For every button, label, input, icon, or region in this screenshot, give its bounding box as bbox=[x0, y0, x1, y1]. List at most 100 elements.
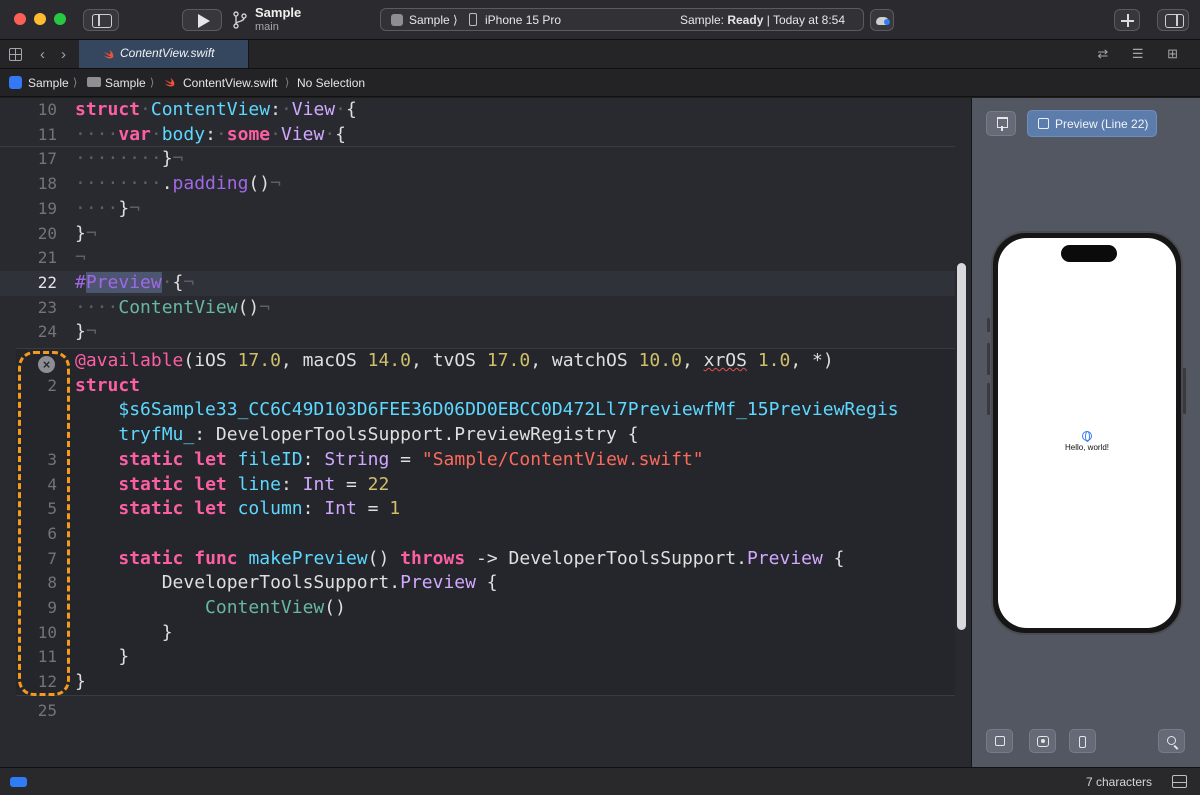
code-line[interactable]: 23 ····ContentView()¬ bbox=[0, 296, 955, 321]
pin-icon[interactable] bbox=[986, 111, 1016, 136]
volume-down-button bbox=[987, 383, 990, 415]
swift-icon bbox=[103, 49, 114, 59]
code-text: } bbox=[75, 646, 130, 668]
expanded-code-line[interactable]: 10 } bbox=[0, 621, 955, 646]
app-icon bbox=[391, 14, 403, 26]
globe-icon bbox=[1082, 431, 1092, 442]
code-text: }¬ bbox=[75, 222, 97, 244]
expanded-code-line[interactable]: 5 static let column: Int = 1 bbox=[0, 497, 955, 522]
breadcrumb-file[interactable]: ContentView.swift bbox=[183, 76, 278, 90]
live-mode-icon[interactable] bbox=[986, 729, 1013, 753]
code-text: ContentView() bbox=[205, 597, 346, 618]
preview-selector-button[interactable]: Preview (Line 22) bbox=[1027, 110, 1157, 137]
inspector-toggle-icon[interactable] bbox=[1157, 9, 1189, 31]
code-text: }¬ bbox=[75, 321, 97, 343]
editor-scrollbar[interactable] bbox=[957, 263, 966, 630]
breadcrumb-symbol[interactable]: No Selection bbox=[297, 76, 365, 90]
expanded-code-line[interactable]: 7 static func makePreview() throws -> De… bbox=[0, 547, 955, 572]
preview-icon bbox=[1038, 118, 1049, 129]
code-text: ¬ bbox=[75, 247, 86, 269]
code-line[interactable]: 11 ····var·body:·some·View·{ bbox=[0, 123, 955, 148]
expanded-code-line[interactable]: 12 } bbox=[0, 670, 955, 695]
related-items-grid-icon[interactable] bbox=[9, 48, 22, 61]
editor-options-icons[interactable]: ⇄ ☰ ⊞ bbox=[1097, 46, 1188, 62]
zoom-window-button[interactable] bbox=[54, 13, 66, 25]
expanded-code-line[interactable]: 11 } bbox=[0, 645, 955, 670]
line-number: 10 bbox=[37, 100, 57, 119]
code-line[interactable]: 20 }¬ bbox=[0, 222, 955, 247]
run-destination-device[interactable]: iPhone 15 Pro bbox=[485, 13, 561, 27]
folder-icon bbox=[87, 77, 101, 87]
navigator-toggle-icon[interactable] bbox=[83, 9, 119, 31]
code-text: $s6Sample33_CC6C49D103D6FEE36D06DD0EBCC0… bbox=[118, 399, 899, 421]
expanded-code-line[interactable]: tryfMu_: DeveloperToolsSupport.PreviewRe… bbox=[0, 423, 955, 448]
expanded-code-line[interactable]: 3 static let fileID: String = "Sample/Co… bbox=[0, 448, 955, 473]
minimap-toggle-icon[interactable] bbox=[1172, 775, 1187, 788]
code-line[interactable]: 10 struct·ContentView:·View·{ bbox=[0, 98, 955, 123]
tab-contentview-swift[interactable]: ContentView.swift bbox=[79, 40, 249, 68]
device-settings-icon[interactable] bbox=[1069, 729, 1096, 753]
code-line[interactable]: 17 ········}¬ bbox=[0, 147, 955, 172]
dynamic-island bbox=[1061, 245, 1117, 262]
code-text: struct bbox=[75, 374, 141, 396]
code-text: ····ContentView()¬ bbox=[75, 296, 271, 318]
breadcrumb-project[interactable]: Sample bbox=[28, 76, 69, 90]
library-plus-icon[interactable] bbox=[1114, 9, 1140, 31]
minimize-window-button[interactable] bbox=[34, 13, 46, 25]
expanded-code-line[interactable]: 9 ContentView() bbox=[0, 596, 955, 621]
activity-view[interactable]: Sample ⟩ iPhone 15 Pro Sample: Ready | T… bbox=[380, 8, 864, 31]
code-text: static let column: Int = 1 bbox=[118, 498, 401, 520]
zoom-icon[interactable] bbox=[1158, 729, 1185, 753]
preview-label: Preview (Line 22) bbox=[1055, 117, 1149, 131]
iphone-icon bbox=[469, 13, 477, 26]
expanded-code-line[interactable]: 2 struct bbox=[0, 374, 955, 399]
selection-length: 7 characters bbox=[1086, 775, 1153, 789]
code-line[interactable]: 25 bbox=[0, 699, 955, 724]
gutter-highlight-annotation bbox=[18, 351, 70, 696]
power-button bbox=[1183, 368, 1186, 414]
expanded-code-line[interactable]: 6 bbox=[0, 522, 955, 547]
swift-icon bbox=[164, 77, 175, 87]
code-line[interactable]: 18 ········.padding()¬ bbox=[0, 172, 955, 197]
code-text: @available(iOS 17.0, macOS 14.0, tvOS 17… bbox=[75, 350, 834, 371]
preview-screen[interactable]: Hello, world! bbox=[998, 238, 1176, 628]
source-editor[interactable]: 10 struct·ContentView:·View·{ 11 ····var… bbox=[0, 98, 971, 767]
run-button[interactable] bbox=[182, 9, 222, 31]
status-bar: 7 characters bbox=[0, 767, 1200, 795]
code-text: } bbox=[75, 671, 86, 693]
forward-arrow-icon[interactable]: › bbox=[61, 46, 66, 63]
code-line[interactable]: 24 }¬ bbox=[0, 320, 955, 345]
xcode-cloud-icon[interactable] bbox=[870, 9, 894, 31]
debug-area-toggle-icon[interactable] bbox=[10, 777, 27, 787]
expanded-code-line[interactable]: $s6Sample33_CC6C49D103D6FEE36D06DD0EBCC0… bbox=[0, 398, 955, 423]
variants-icon[interactable] bbox=[1029, 729, 1056, 753]
tab-label: ContentView.swift bbox=[120, 46, 215, 60]
iphone-frame: Hello, world! bbox=[991, 231, 1183, 635]
code-line[interactable]: 19 ····}¬ bbox=[0, 197, 955, 222]
branch-name[interactable]: main bbox=[255, 21, 279, 33]
code-text: } bbox=[75, 621, 173, 643]
expanded-code-line[interactable]: @available(iOS 17.0, macOS 14.0, tvOS 17… bbox=[0, 349, 955, 374]
code-line-current[interactable]: 22 #Preview·{¬ bbox=[0, 270, 955, 296]
code-line[interactable]: 21 ¬ bbox=[0, 246, 955, 271]
code-text: static let line: Int = 22 bbox=[118, 473, 390, 495]
breadcrumb-separator: ⟩ bbox=[285, 77, 290, 89]
preview-text: Hello, world! bbox=[1064, 443, 1109, 452]
back-arrow-icon[interactable]: ‹ bbox=[40, 46, 45, 63]
close-window-button[interactable] bbox=[14, 13, 26, 25]
window-toolbar: Sample main Sample ⟩ iPhone 15 Pro Sampl… bbox=[0, 0, 1200, 40]
scheme-name[interactable]: Sample bbox=[255, 5, 301, 20]
code-text: DeveloperToolsSupport.Preview { bbox=[75, 572, 498, 594]
expanded-code-line[interactable]: 4 static let line: Int = 22 bbox=[0, 473, 955, 498]
jump-bar: Sample ⟩ Sample ⟩ ContentView.swift ⟩ No… bbox=[0, 69, 1200, 97]
branch-icon bbox=[233, 11, 247, 29]
expanded-code-line[interactable]: 8 DeveloperToolsSupport.Preview { bbox=[0, 571, 955, 596]
code-text: ········}¬ bbox=[75, 148, 184, 170]
preview-canvas: Preview (Line 22) Hello, world! bbox=[971, 98, 1200, 767]
line-number: 22 bbox=[37, 272, 57, 292]
project-icon bbox=[9, 76, 22, 89]
run-destination-scheme[interactable]: Sample ⟩ bbox=[409, 13, 458, 27]
breadcrumb-group[interactable]: Sample bbox=[105, 76, 146, 90]
line-number: 18 bbox=[37, 174, 57, 194]
line-number: 17 bbox=[37, 149, 57, 169]
